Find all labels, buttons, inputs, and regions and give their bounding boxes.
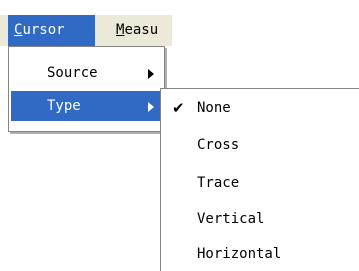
submenu-item-horizontal-label: Horizontal [197, 246, 282, 262]
cursor-dropdown-menu: Source Type [8, 46, 165, 132]
submenu-item-trace-label: Trace [197, 175, 240, 191]
submenu-item-cross-label: Cross [197, 137, 240, 153]
submenu-item-cross[interactable]: Cross [163, 130, 359, 160]
submenu-arrow-icon [148, 69, 154, 79]
submenu-item-none-label: None [197, 100, 231, 116]
submenu-item-none[interactable]: ✔ None [163, 93, 359, 123]
menu-bar: Cursor Measu [0, 15, 172, 46]
menu-item-type[interactable]: Type [11, 91, 162, 121]
submenu-arrow-icon [148, 102, 154, 112]
checkmark-icon: ✔ [172, 99, 185, 117]
submenu-item-trace[interactable]: Trace [163, 168, 359, 198]
menu-cursor-label: Cursor [14, 22, 65, 38]
submenu-item-vertical[interactable]: Vertical [163, 204, 359, 234]
submenu-item-horizontal[interactable]: Horizontal [163, 239, 359, 269]
menu-item-source[interactable]: Source [11, 58, 162, 88]
submenu-item-vertical-label: Vertical [197, 211, 265, 227]
menu-cursor[interactable]: Cursor [8, 15, 95, 46]
type-submenu: ✔ None Cross Trace Vertical Horizontal [160, 88, 359, 271]
menu-measure[interactable]: Measu [110, 15, 172, 46]
menu-measure-label: Measu [116, 22, 159, 38]
menu-item-type-label: Type [47, 98, 81, 114]
menu-item-source-label: Source [47, 65, 98, 81]
